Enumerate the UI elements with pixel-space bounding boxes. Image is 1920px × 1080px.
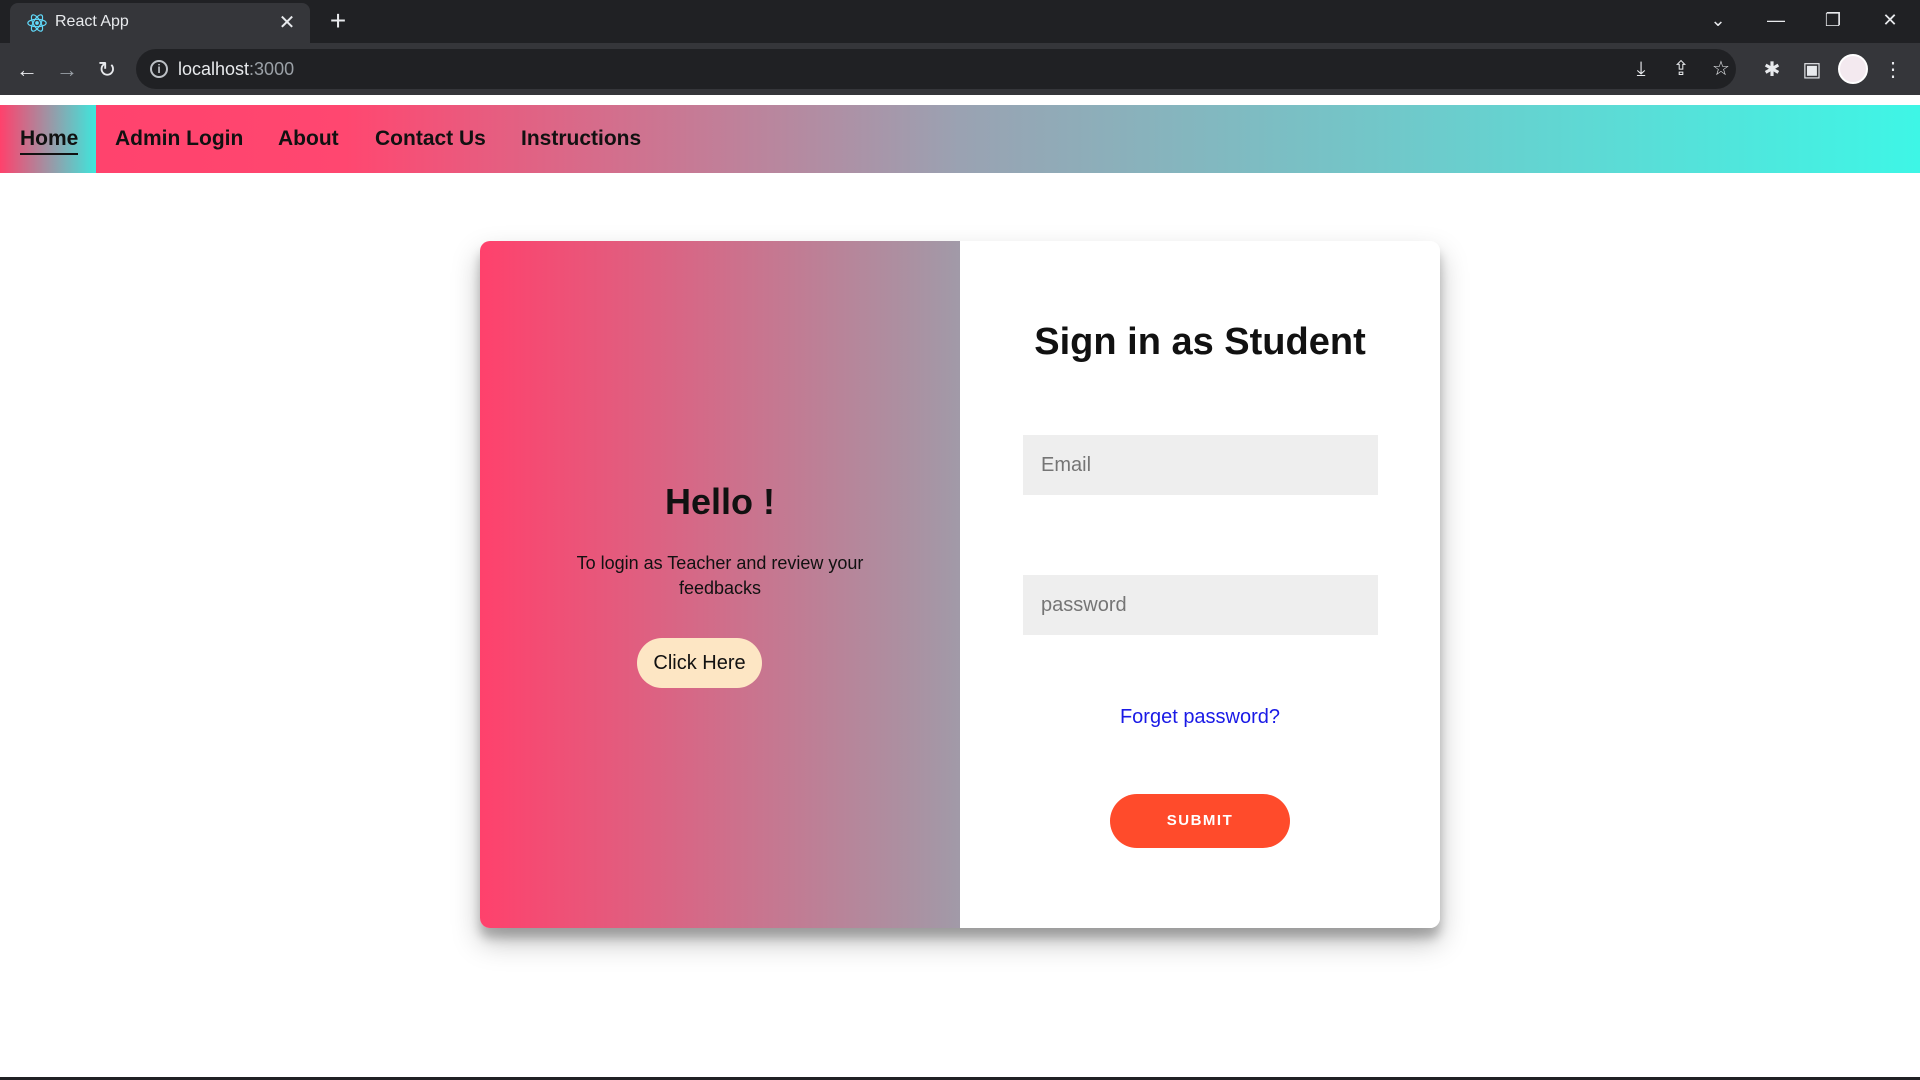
forward-arrow-icon[interactable]: → [52, 55, 82, 85]
top-navbar: Home Admin Login About Contact Us Instru… [0, 105, 1920, 173]
url-host: localhost [178, 59, 250, 79]
minimize-icon[interactable]: — [1748, 0, 1804, 40]
restore-icon[interactable]: ❐ [1805, 0, 1861, 40]
install-icon[interactable]: ⤓ [1626, 54, 1656, 84]
teacher-login-text: To login as Teacher and review your feed… [576, 553, 864, 598]
nav-home[interactable]: Home [20, 127, 79, 155]
info-icon[interactable]: i [150, 60, 168, 78]
back-arrow-icon[interactable]: ← [12, 55, 42, 85]
signin-heading: Sign in as Student [1034, 321, 1366, 363]
extensions-icon[interactable]: ✱ [1757, 55, 1787, 85]
click-here-button[interactable]: Click Here [637, 638, 762, 688]
profile-avatar[interactable] [1838, 54, 1868, 84]
email-field[interactable] [1023, 435, 1378, 495]
more-menu-icon[interactable]: ⋮ [1878, 55, 1908, 85]
teacher-overlay-panel: Hello ! To login as Teacher and review y… [480, 241, 960, 928]
react-favicon [27, 14, 47, 32]
nav-instructions[interactable]: Instructions [521, 127, 641, 151]
page-top-spacer [0, 95, 1920, 105]
nav-admin-login[interactable]: Admin Login [115, 127, 243, 151]
address-bar[interactable]: i localhost:3000 ⤓ ⇪ ☆ [136, 49, 1736, 89]
browser-toolbar: ← → ↻ i localhost:3000 ⤓ ⇪ ☆ ✱ ▣ ⋮ [0, 43, 1920, 95]
close-tab-icon[interactable]: ✕ [274, 10, 300, 36]
tab-search-icon[interactable]: ⌄ [1690, 0, 1746, 40]
browser-tab-strip: React App ✕ + ⌄ — ❐ ✕ [0, 0, 1920, 43]
reload-icon[interactable]: ↻ [92, 55, 122, 85]
share-icon[interactable]: ⇪ [1666, 54, 1696, 84]
browser-tab[interactable]: React App ✕ [10, 3, 310, 43]
nav-contact-us[interactable]: Contact Us [375, 127, 486, 151]
new-tab-button[interactable]: + [323, 7, 353, 37]
login-card: Hello ! To login as Teacher and review y… [480, 241, 1440, 928]
url-text: localhost:3000 [178, 59, 294, 80]
tab-title: React App [55, 13, 129, 30]
hello-heading: Hello ! [664, 481, 775, 522]
password-field[interactable] [1023, 575, 1378, 635]
submit-button[interactable]: SUBMIT [1110, 794, 1290, 848]
nav-about[interactable]: About [278, 127, 339, 151]
student-signin-panel: Sign in as Student Forget password? SUBM… [960, 241, 1440, 928]
star-icon[interactable]: ☆ [1706, 54, 1736, 84]
close-window-icon[interactable]: ✕ [1862, 0, 1918, 40]
side-panel-icon[interactable]: ▣ [1797, 55, 1827, 85]
url-port: :3000 [249, 59, 295, 79]
forget-password-link[interactable]: Forget password? [960, 706, 1440, 729]
